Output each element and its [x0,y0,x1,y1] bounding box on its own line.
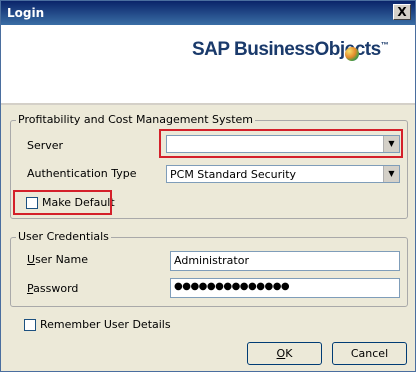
sap-businessobjects-logo: SAP BusinessObjects™ [192,39,389,61]
password-label: Password [27,282,79,295]
trademark-mark: ™ [380,40,389,50]
server-label: Server [27,139,64,152]
login-dialog: Login X SAP BusinessObjects™ Profitabili… [0,0,416,372]
user-name-input[interactable]: Administrator [170,251,400,271]
ok-button[interactable]: OK [247,342,322,365]
server-highlight [159,129,403,158]
authentication-type-dropdown[interactable]: PCM Standard Security ▼ [166,165,400,183]
system-group-title: Profitability and Cost Management System [16,113,256,126]
credentials-group-title: User Credentials [16,230,111,243]
authentication-type-label: Authentication Type [27,167,137,180]
brand-banner [1,25,415,105]
title-bar[interactable]: Login X [1,1,415,25]
authentication-type-value: PCM Standard Security [170,168,297,181]
remember-user-details-label[interactable]: Remember User Details [40,318,171,331]
make-default-highlight [13,190,112,215]
cancel-button[interactable]: Cancel [332,342,407,365]
window-title: Login [7,6,45,20]
close-button[interactable]: X [393,4,411,20]
banner-divider [1,103,415,105]
remember-user-details-checkbox[interactable] [24,319,36,331]
password-input[interactable]: ●●●●●●●●●●●●●● [170,278,400,298]
businessobjects-ball-icon [345,47,359,61]
chevron-down-icon[interactable]: ▼ [383,166,399,182]
user-name-label: User Name [27,253,89,266]
